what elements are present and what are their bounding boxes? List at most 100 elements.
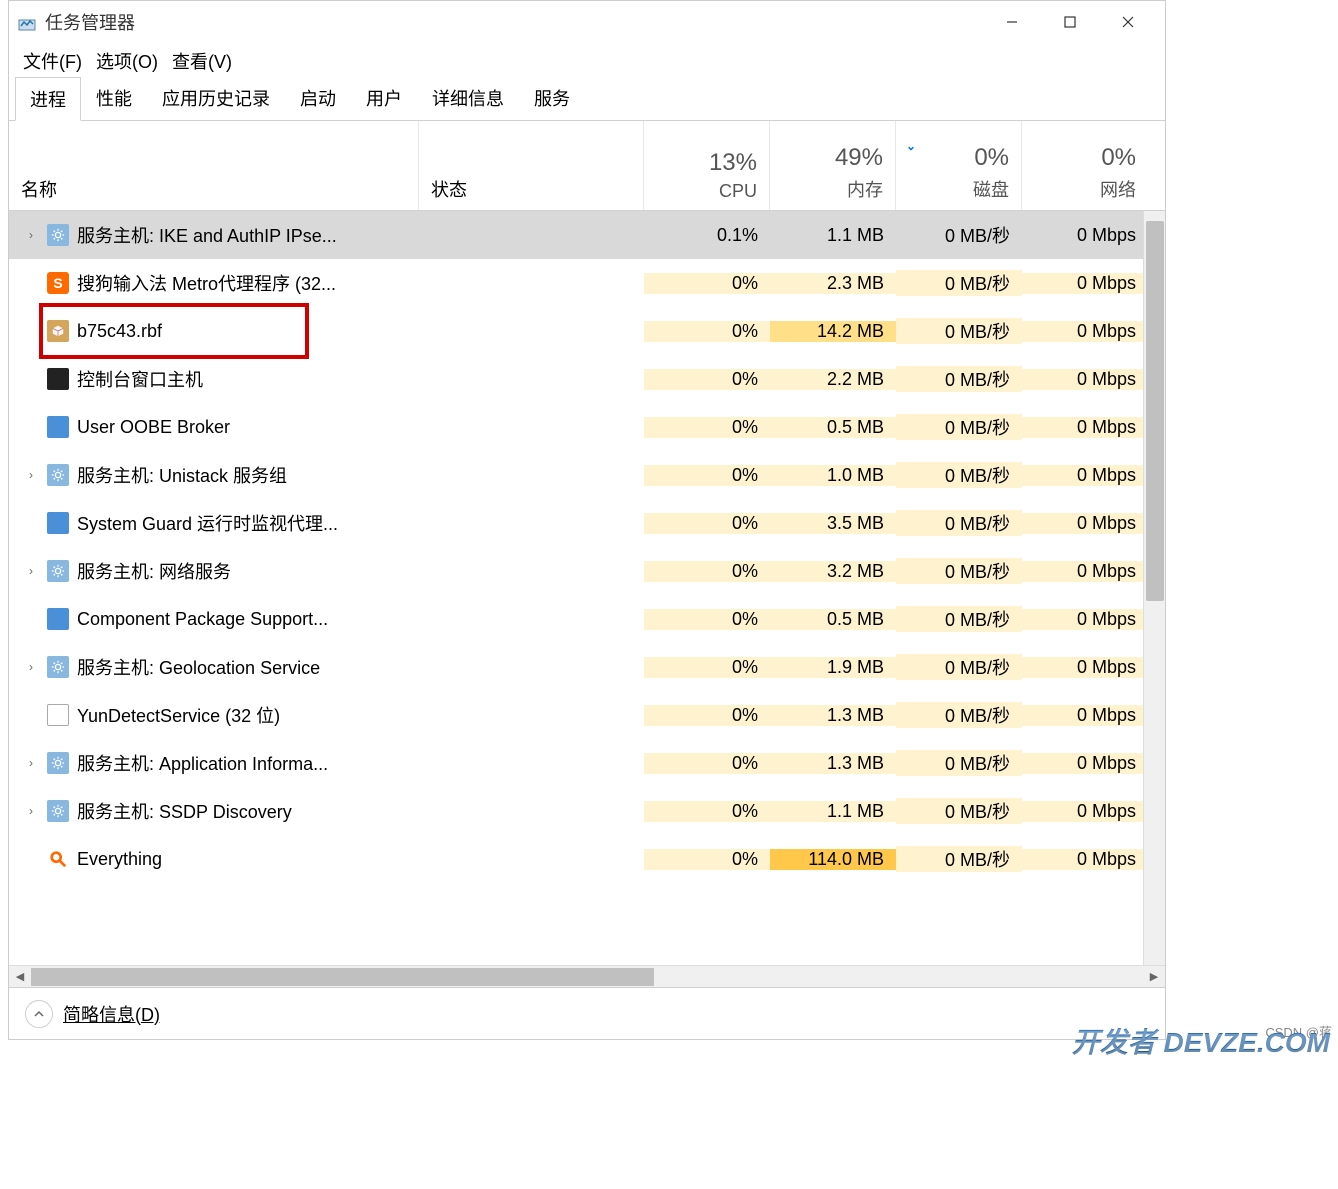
- blue-icon: [47, 512, 69, 534]
- col-mem-header[interactable]: 49% 内存: [770, 121, 896, 210]
- process-name: 服务主机: IKE and AuthIP IPse...: [77, 222, 337, 248]
- blue-icon: [47, 608, 69, 630]
- process-row[interactable]: System Guard 运行时监视代理...0%3.5 MB0 MB/秒0 M…: [9, 499, 1165, 547]
- expand-chevron-icon[interactable]: ›: [23, 468, 39, 482]
- horizontal-scrollbar[interactable]: ◀ ▶: [9, 965, 1165, 987]
- tab-3[interactable]: 启动: [285, 76, 351, 120]
- cell-net: 0 Mbps: [1022, 321, 1148, 342]
- blue-icon: [47, 416, 69, 438]
- expand-chevron-icon[interactable]: ›: [23, 804, 39, 818]
- maximize-button[interactable]: [1041, 2, 1099, 42]
- cell-disk: 0 MB/秒: [896, 798, 1022, 824]
- task-manager-window: 任务管理器 文件(F) 选项(O) 查看(V) 进程性能应用历史记录启动用户详细…: [8, 0, 1166, 1040]
- gear-icon: [47, 800, 69, 822]
- col-net-header[interactable]: 0% 网络: [1022, 121, 1148, 210]
- cell-name: System Guard 运行时监视代理...: [9, 510, 419, 536]
- vertical-scrollbar[interactable]: [1143, 211, 1165, 965]
- cell-disk: 0 MB/秒: [896, 846, 1022, 872]
- cell-name: › 服务主机: Application Informa...: [9, 750, 419, 776]
- process-row[interactable]: ›服务主机: IKE and AuthIP IPse...0.1%1.1 MB0…: [9, 211, 1165, 259]
- cell-cpu: 0%: [644, 369, 770, 390]
- menu-options[interactable]: 选项(O): [92, 44, 162, 78]
- scrollbar-thumb[interactable]: [1146, 221, 1164, 601]
- gear-icon: [47, 656, 69, 678]
- menu-view[interactable]: 查看(V): [168, 44, 236, 78]
- cell-net: 0 Mbps: [1022, 609, 1148, 630]
- col-status-header[interactable]: 状态: [419, 121, 644, 210]
- footer-bar: 简略信息(D): [9, 987, 1165, 1039]
- close-button[interactable]: [1099, 2, 1157, 42]
- process-row[interactable]: ›服务主机: Unistack 服务组0%1.0 MB0 MB/秒0 Mbps: [9, 451, 1165, 499]
- process-name: System Guard 运行时监视代理...: [77, 510, 338, 536]
- cell-mem: 1.3 MB: [770, 705, 896, 726]
- menu-file[interactable]: 文件(F): [19, 44, 86, 78]
- col-cpu-header[interactable]: 13% CPU: [644, 121, 770, 210]
- process-row[interactable]: ›服务主机: 网络服务0%3.2 MB0 MB/秒0 Mbps: [9, 547, 1165, 595]
- process-name: 服务主机: Application Informa...: [77, 750, 328, 776]
- sort-chevron-icon: ⌄: [906, 139, 916, 153]
- col-disk-header[interactable]: ⌄ 0% 磁盘: [896, 121, 1022, 210]
- cell-disk: 0 MB/秒: [896, 654, 1022, 680]
- process-name: Everything: [77, 849, 162, 870]
- tab-5[interactable]: 详细信息: [417, 76, 519, 120]
- cell-cpu: 0.1%: [644, 225, 770, 246]
- cell-net: 0 Mbps: [1022, 849, 1148, 870]
- cell-disk: 0 MB/秒: [896, 414, 1022, 440]
- search-icon: [47, 848, 69, 870]
- col-name-header[interactable]: 名称: [9, 121, 419, 210]
- cell-mem: 2.2 MB: [770, 369, 896, 390]
- cell-net: 0 Mbps: [1022, 801, 1148, 822]
- hscroll-left[interactable]: ◀: [9, 970, 31, 983]
- process-row[interactable]: ›服务主机: SSDP Discovery0%1.1 MB0 MB/秒0 Mbp…: [9, 787, 1165, 835]
- expand-chevron-icon[interactable]: ›: [23, 756, 39, 770]
- brief-info-link[interactable]: 简略信息(D): [63, 1001, 160, 1027]
- process-row[interactable]: Everything0%114.0 MB0 MB/秒0 Mbps: [9, 835, 1165, 883]
- cell-disk: 0 MB/秒: [896, 558, 1022, 584]
- process-row[interactable]: 控制台窗口主机0%2.2 MB0 MB/秒0 Mbps: [9, 355, 1165, 403]
- cell-cpu: 0%: [644, 849, 770, 870]
- process-row[interactable]: ›服务主机: Application Informa...0%1.3 MB0 M…: [9, 739, 1165, 787]
- cpu-label: CPU: [719, 181, 757, 202]
- tab-1[interactable]: 性能: [81, 76, 147, 120]
- expand-chevron-icon[interactable]: ›: [23, 564, 39, 578]
- cell-net: 0 Mbps: [1022, 513, 1148, 534]
- cell-disk: 0 MB/秒: [896, 462, 1022, 488]
- process-row[interactable]: Component Package Support...0%0.5 MB0 MB…: [9, 595, 1165, 643]
- cell-net: 0 Mbps: [1022, 705, 1148, 726]
- titlebar[interactable]: 任务管理器: [9, 1, 1165, 43]
- hscroll-thumb[interactable]: [31, 968, 654, 986]
- process-row[interactable]: b75c43.rbf0%14.2 MB0 MB/秒0 Mbps: [9, 307, 1165, 355]
- cell-cpu: 0%: [644, 705, 770, 726]
- cell-name: ›服务主机: Geolocation Service: [9, 654, 419, 680]
- cell-cpu: 0%: [644, 561, 770, 582]
- tab-2[interactable]: 应用历史记录: [147, 76, 285, 120]
- tab-6[interactable]: 服务: [519, 76, 585, 120]
- col-name-label: 名称: [21, 176, 57, 202]
- grid-body: ›服务主机: IKE and AuthIP IPse...0.1%1.1 MB0…: [9, 211, 1165, 965]
- column-headers: 名称 状态 13% CPU 49% 内存 ⌄ 0% 磁盘 0% 网络: [9, 121, 1165, 211]
- hscroll-track[interactable]: [31, 966, 1143, 987]
- cell-mem: 3.2 MB: [770, 561, 896, 582]
- process-row[interactable]: ›服务主机: Geolocation Service0%1.9 MB0 MB/秒…: [9, 643, 1165, 691]
- menubar: 文件(F) 选项(O) 查看(V): [9, 43, 1165, 79]
- process-name: User OOBE Broker: [77, 417, 230, 438]
- cell-name: ›服务主机: SSDP Discovery: [9, 798, 419, 824]
- process-row[interactable]: YunDetectService (32 位)0%1.3 MB0 MB/秒0 M…: [9, 691, 1165, 739]
- hscroll-right[interactable]: ▶: [1143, 970, 1165, 983]
- gear-icon: [47, 464, 69, 486]
- collapse-button[interactable]: [25, 1000, 53, 1028]
- process-row[interactable]: User OOBE Broker0%0.5 MB0 MB/秒0 Mbps: [9, 403, 1165, 451]
- minimize-button[interactable]: [983, 2, 1041, 42]
- expand-chevron-icon[interactable]: ›: [23, 228, 39, 242]
- cell-name: b75c43.rbf: [9, 320, 419, 342]
- cell-name: Everything: [9, 848, 419, 870]
- tab-0[interactable]: 进程: [15, 77, 81, 121]
- tab-4[interactable]: 用户: [351, 76, 417, 120]
- cell-mem: 1.0 MB: [770, 465, 896, 486]
- gear-icon: [47, 560, 69, 582]
- doc-icon: [47, 704, 69, 726]
- process-row[interactable]: S搜狗输入法 Metro代理程序 (32...0%2.3 MB0 MB/秒0 M…: [9, 259, 1165, 307]
- cell-name: Component Package Support...: [9, 608, 419, 630]
- expand-chevron-icon[interactable]: ›: [23, 660, 39, 674]
- disk-label: 磁盘: [973, 176, 1009, 202]
